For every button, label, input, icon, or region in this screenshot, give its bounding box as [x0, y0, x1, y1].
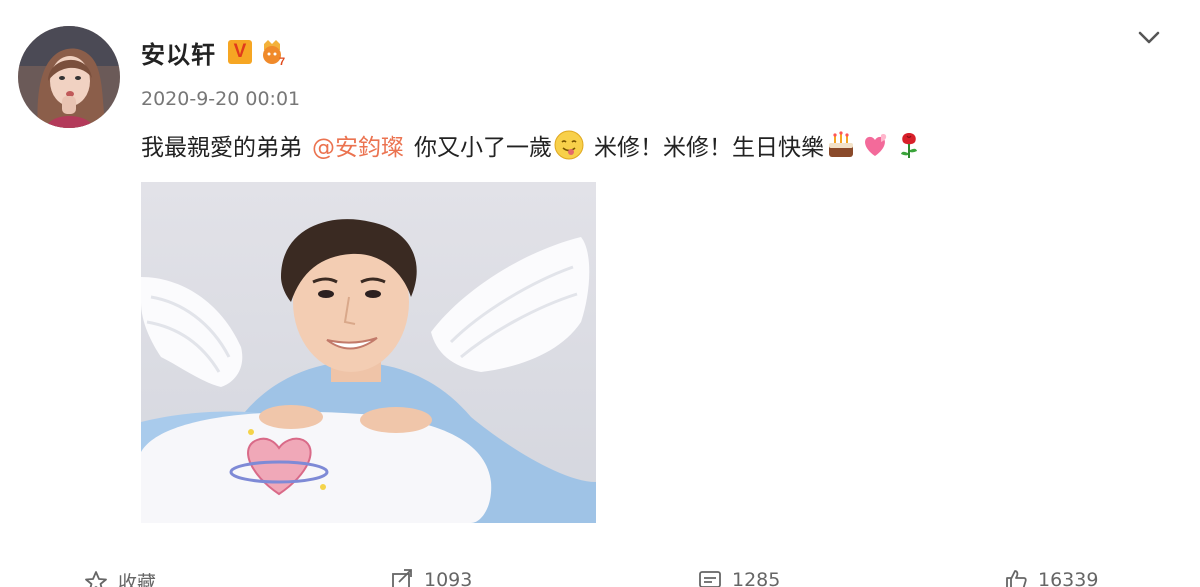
post-text-part: 米修！米修！生日快樂	[594, 135, 824, 161]
post-photo	[141, 182, 596, 523]
chevron-down-icon	[1138, 31, 1160, 44]
post-timestamp[interactable]: 2020-9-20 00:01	[141, 88, 300, 110]
avatar-photo	[18, 26, 120, 128]
post-image[interactable]	[141, 182, 596, 523]
rose-emoji	[901, 133, 917, 158]
thumbs-up-icon	[1006, 570, 1027, 587]
post-text-part: 我最親愛的弟弟	[141, 135, 302, 161]
star-icon	[85, 570, 107, 587]
comment-button[interactable]: 1285	[698, 568, 780, 587]
like-count: 16339	[1038, 569, 1099, 587]
tongue-face-emoji	[554, 130, 584, 160]
username[interactable]: 安以轩	[141, 35, 216, 70]
favorite-button[interactable]: 收藏	[84, 568, 156, 587]
weibo-post: 安以轩 V 7 2020-9-20 00:01 我最親愛的弟弟 @安鈞璨 你又小…	[0, 0, 1200, 587]
more-options-button[interactable]	[1134, 22, 1164, 52]
like-button[interactable]: 16339	[1004, 568, 1098, 587]
repost-button[interactable]: 1093	[390, 568, 472, 587]
mention-link[interactable]: @安鈞璨	[312, 128, 404, 162]
action-bar: 收藏 1093 1285 16339	[0, 562, 1200, 587]
favorite-label: 收藏	[118, 572, 157, 587]
fan-level-icon: 7	[263, 40, 285, 66]
post-text-part: 你又小了一歲	[414, 135, 552, 161]
comment-count: 1285	[732, 569, 781, 587]
comment-icon	[699, 571, 721, 587]
verified-badge-icon: V	[228, 40, 252, 64]
svg-text:7: 7	[279, 56, 285, 66]
repost-count: 1093	[424, 569, 473, 587]
share-icon	[392, 569, 412, 587]
heart-emoji	[865, 134, 887, 156]
post-text: 我最親愛的弟弟 @安鈞璨 你又小了一歲 米修！米修！生日快樂	[141, 128, 926, 162]
cake-emoji	[829, 131, 853, 157]
author-row: 安以轩 V 7	[141, 34, 288, 70]
avatar[interactable]	[18, 26, 120, 128]
